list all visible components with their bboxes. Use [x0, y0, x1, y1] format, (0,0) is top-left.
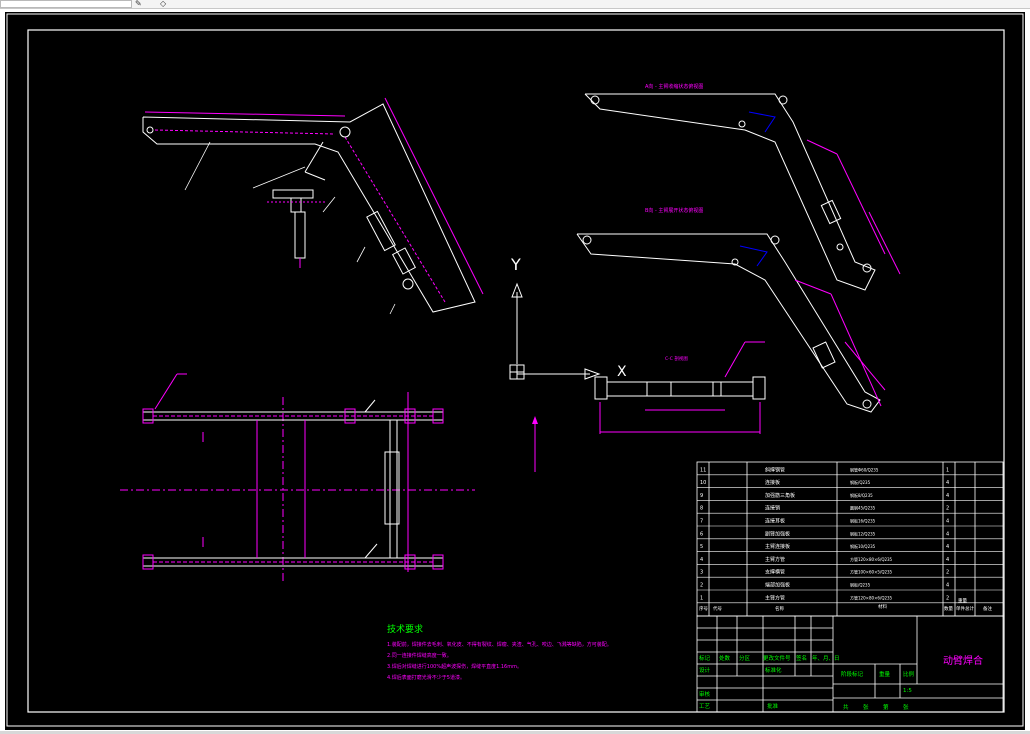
bom-row-qty: 4: [946, 519, 949, 525]
bom-row-name: 连接耳板: [765, 518, 785, 525]
bom-row-no: 4: [700, 557, 703, 563]
bom-row-qty: 4: [946, 493, 949, 499]
drawing-name: 动臂焊合: [943, 654, 983, 667]
tb-scale-label: 比例: [903, 670, 915, 678]
section-view-title: C-C 剖视图: [665, 355, 688, 362]
tb-process: 工艺: [699, 703, 711, 710]
bom-row-material: 方管120×80×6/Q235: [850, 594, 893, 600]
bom-row-qty: 2: [946, 595, 949, 601]
bom-header-remark: 备注: [983, 605, 992, 612]
tb-sheet-total: 共: [843, 703, 849, 711]
bom-row-material: 钢板/Q235: [850, 582, 871, 588]
tb-sheet-no: 第: [883, 703, 889, 711]
bom-row-name: 加强筋三角板: [765, 492, 795, 499]
bom-row-no: 10: [700, 480, 706, 486]
bom-row-qty: 4: [946, 480, 949, 486]
bom-row-qty: 4: [946, 583, 949, 589]
bom-row-name: 主臂方管: [765, 556, 785, 563]
axis-x-label: X: [617, 364, 627, 380]
bom-row-no: 2: [700, 583, 703, 589]
bom-row-name: 斜撑钢管: [765, 466, 785, 473]
bom-header-code: 代号: [713, 605, 722, 612]
bom-header-weight: 重量: [958, 597, 967, 604]
bom-header-total: 总计: [965, 605, 974, 612]
drawing-background: [5, 12, 1025, 730]
tech-requirements-title: 技术要求: [387, 623, 423, 635]
bom-row-no: 1: [700, 595, 703, 601]
cad-drawing-canvas[interactable]: A向 - 主臂收缩状态俯视图 B向 - 主臂展开状态俯视图 C-C 剖视图 Y …: [5, 12, 1025, 730]
bom-row-material: 钢板12/Q235: [850, 530, 876, 536]
bom-row-material: 钢板/Q235: [850, 479, 871, 485]
tb-sheet-unit-2: 张: [903, 703, 909, 711]
bom-row-qty: 4: [946, 531, 949, 537]
bom-row-material: 钢板10/Q235: [850, 543, 876, 549]
tb-design: 设计: [699, 666, 711, 674]
top-view-2-title: B向 - 主臂展开状态俯视图: [645, 207, 703, 214]
bom-row-no: 5: [700, 544, 703, 550]
bom-row-name: 副臂加强板: [765, 530, 790, 537]
bom-row-name: 主臂方管: [765, 594, 785, 601]
tech-item-4: 4.焊后表面打磨光滑不少于5道漆。: [387, 674, 465, 681]
bom-row-name: 连接销: [765, 505, 780, 512]
bom-row-material: 钢板8/Q235: [850, 492, 873, 498]
bom-row-name: 端部加强板: [765, 582, 790, 589]
command-input[interactable]: [0, 0, 132, 8]
bom-header-name: 名称: [775, 605, 784, 612]
tb-scale-value: 1:5: [903, 688, 912, 694]
layers-icon[interactable]: ◇: [160, 0, 166, 8]
tb-row-label-5: 签名: [796, 654, 807, 662]
toolbar: ✎ ◇: [0, 0, 1030, 9]
bom-row-qty: 4: [946, 557, 949, 563]
tb-approve: 批准: [767, 702, 779, 710]
bom-header-material: 材料: [878, 603, 887, 610]
bom-row-material: 钢板16/Q235: [850, 518, 876, 524]
tb-sheet-unit-1: 张: [863, 703, 869, 711]
tb-row-label-6: 年、月、日: [812, 654, 840, 662]
tb-stage-mark: 阶段标记: [841, 670, 864, 678]
bom-row-qty: 4: [946, 544, 949, 550]
axis-y-label: Y: [510, 255, 521, 274]
bom-row-no: 3: [700, 570, 703, 576]
bom-row-no: 6: [700, 531, 703, 537]
top-view-1-title: A向 - 主臂收缩状态俯视图: [645, 83, 703, 90]
bom-row-qty: 2: [946, 570, 949, 576]
tb-row-label-2: 处数: [719, 654, 731, 662]
tb-standard: 标准化: [765, 666, 782, 674]
bom-row-name: 支撑横管: [765, 569, 785, 576]
tb-check: 审核: [699, 690, 711, 698]
tb-row-label-1: 标记: [699, 654, 711, 662]
pencil-icon[interactable]: ✎: [135, 0, 142, 8]
bom-row-no: 9: [700, 493, 703, 499]
bom-row-material: 钢管Φ60/Q235: [850, 466, 879, 472]
tech-item-3: 3.焊后对焊缝进行100%超声波探伤，焊缝平直度1.16mm。: [387, 663, 522, 670]
bom-row-no: 7: [700, 519, 703, 525]
bom-row-material: 圆钢45/Q235: [850, 505, 876, 511]
bom-row-name: 连接板: [765, 479, 780, 486]
bom-header-no: 序号: [699, 605, 708, 612]
bom-row-qty: 1: [946, 467, 949, 473]
tb-row-label-3: 分区: [739, 654, 751, 662]
bom-header-qty: 数量: [944, 605, 953, 612]
tb-row-label-4: 更改文件号: [763, 654, 791, 662]
bom-row-material: 方管100×60×5/Q235: [850, 569, 893, 575]
bom-row-qty: 2: [946, 506, 949, 512]
bom-row-name: 主臂连接板: [765, 543, 790, 550]
tech-item-2: 2.同一连接件焊缝高度一致。: [387, 652, 452, 659]
tech-item-1: 1.装配前，焊接件去毛刺、氧化皮、不得有裂纹、焊瘤、夹渣、气孔、咬边、飞溅等缺陷…: [387, 641, 612, 648]
tb-weight: 重量: [879, 670, 891, 678]
bom-row-no: 8: [700, 506, 703, 512]
bom-row-no: 11: [700, 467, 706, 473]
bom-row-material: 方管120×80×6/Q235: [850, 556, 893, 562]
